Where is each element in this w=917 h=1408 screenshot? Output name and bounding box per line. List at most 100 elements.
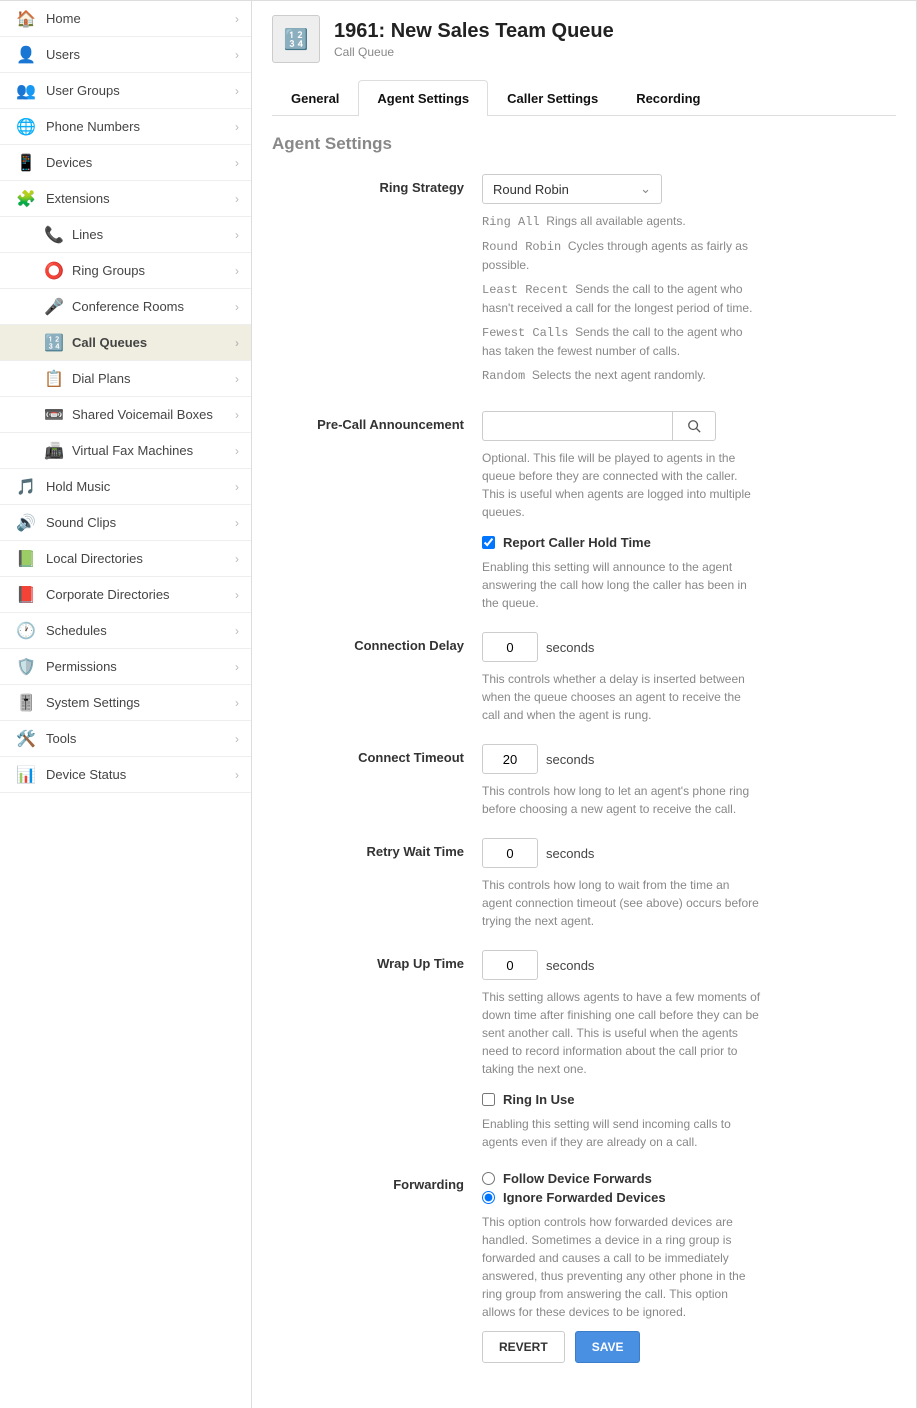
status-icon: 📊 — [16, 765, 36, 785]
sidebar-item-label: Corporate Directories — [46, 587, 235, 602]
connection-delay-input[interactable] — [482, 632, 538, 662]
chevron-right-icon: › — [235, 192, 239, 206]
sidebar-item-label: Dial Plans — [72, 371, 235, 386]
sidebar-item-label: Local Directories — [46, 551, 235, 566]
forwarding-follow-radio[interactable] — [482, 1172, 495, 1185]
chevron-right-icon: › — [235, 336, 239, 350]
help-wrap-up: This setting allows agents to have a few… — [482, 988, 762, 1078]
sidebar-item-label: Device Status — [46, 767, 235, 782]
globe-icon: 🌐 — [16, 117, 36, 137]
sidebar-item-local-directories[interactable]: 📗Local Directories› — [0, 541, 251, 577]
dialplan-icon: 📋 — [44, 369, 64, 389]
chevron-right-icon: › — [235, 156, 239, 170]
chevron-right-icon: › — [235, 768, 239, 782]
sidebar-item-lines[interactable]: 📞Lines› — [0, 217, 251, 253]
field-forwarding: Forwarding Follow Device Forwards Ignore… — [272, 1171, 896, 1363]
retry-wait-input[interactable] — [482, 838, 538, 868]
sidebar-item-call-queues[interactable]: 🔢Call Queues› — [0, 325, 251, 361]
page-subtitle: Call Queue — [334, 45, 614, 59]
sidebar-item-label: Conference Rooms — [72, 299, 235, 314]
sidebar-item-label: Sound Clips — [46, 515, 235, 530]
revert-button[interactable]: REVERT — [482, 1331, 565, 1363]
save-button[interactable]: SAVE — [575, 1331, 641, 1363]
chevron-right-icon: › — [235, 408, 239, 422]
chevron-right-icon: › — [235, 48, 239, 62]
user-icon: 👤 — [16, 45, 36, 65]
forwarding-ignore-radio[interactable] — [482, 1191, 495, 1204]
sidebar-item-virtual-fax[interactable]: 📠Virtual Fax Machines› — [0, 433, 251, 469]
unit-seconds: seconds — [546, 846, 594, 861]
tab-general[interactable]: General — [272, 80, 358, 116]
ring-strategy-select[interactable]: Round Robin ⌄ — [482, 174, 662, 204]
sidebar-item-label: Call Queues — [72, 335, 235, 350]
connect-timeout-input[interactable] — [482, 744, 538, 774]
report-hold-label: Report Caller Hold Time — [503, 535, 651, 550]
chevron-right-icon: › — [235, 480, 239, 494]
tabs: General Agent Settings Caller Settings R… — [272, 79, 896, 116]
chevron-right-icon: › — [235, 732, 239, 746]
sidebar-item-shared-voicemail[interactable]: 📼Shared Voicemail Boxes› — [0, 397, 251, 433]
conference-icon: 🎤 — [44, 297, 64, 317]
help-ring-in-use: Enabling this setting will send incoming… — [482, 1115, 762, 1151]
sidebar-item-label: Hold Music — [46, 479, 235, 494]
main-content: 🔢 1961: New Sales Team Queue Call Queue … — [252, 1, 916, 1408]
page-header: 🔢 1961: New Sales Team Queue Call Queue — [272, 15, 896, 63]
label-pre-call: Pre-Call Announcement — [272, 411, 482, 612]
chevron-right-icon: › — [235, 120, 239, 134]
sidebar-item-users[interactable]: 👤 Users› — [0, 37, 251, 73]
corporate-icon: 📕 — [16, 585, 36, 605]
chevron-right-icon: › — [235, 12, 239, 26]
sidebar-item-system-settings[interactable]: 🎚️System Settings› — [0, 685, 251, 721]
field-retry-wait: Retry Wait Time seconds This controls ho… — [272, 838, 896, 930]
label-wrap-up: Wrap Up Time — [272, 950, 482, 1151]
sidebar-item-devices[interactable]: 📱Devices› — [0, 145, 251, 181]
sidebar-item-label: Users — [46, 47, 235, 62]
sidebar-item-corporate-directories[interactable]: 📕 Corporate Directories› — [0, 577, 251, 613]
field-pre-call: Pre-Call Announcement Optional. This fil… — [272, 411, 896, 612]
chevron-right-icon: › — [235, 84, 239, 98]
sidebar-item-dial-plans[interactable]: 📋Dial Plans› — [0, 361, 251, 397]
chevron-right-icon: › — [235, 300, 239, 314]
unit-seconds: seconds — [546, 752, 594, 767]
wrap-up-input[interactable] — [482, 950, 538, 980]
sidebar-item-phone-numbers[interactable]: 🌐Phone Numbers› — [0, 109, 251, 145]
tab-caller-settings[interactable]: Caller Settings — [488, 80, 617, 116]
section-title: Agent Settings — [272, 134, 896, 154]
line-icon: 📞 — [44, 225, 64, 245]
sidebar-item-label: Tools — [46, 731, 235, 746]
chevron-right-icon: › — [235, 264, 239, 278]
ring-in-use-checkbox[interactable] — [482, 1093, 495, 1106]
tab-agent-settings[interactable]: Agent Settings — [358, 80, 488, 116]
pre-call-input[interactable] — [482, 411, 672, 441]
sidebar-item-device-status[interactable]: 📊 Device Status› — [0, 757, 251, 793]
sidebar-item-label: Permissions — [46, 659, 235, 674]
clock-icon: 🕐 — [16, 621, 36, 641]
sidebar-item-extensions[interactable]: 🧩Extensions› — [0, 181, 251, 217]
field-ring-strategy: Ring Strategy Round Robin ⌄ Ring All Rin… — [272, 174, 896, 391]
field-connect-timeout: Connect Timeout seconds This controls ho… — [272, 744, 896, 818]
sidebar-item-conference-rooms[interactable]: 🎤 Conference Rooms› — [0, 289, 251, 325]
group-icon: 👥 — [16, 81, 36, 101]
sidebar-item-permissions[interactable]: 🛡️Permissions› — [0, 649, 251, 685]
sound-icon: 🔊 — [16, 513, 36, 533]
sidebar-item-ring-groups[interactable]: ⭕Ring Groups› — [0, 253, 251, 289]
sidebar-item-user-groups[interactable]: 👥User Groups› — [0, 73, 251, 109]
sidebar-item-home[interactable]: 🏠Home› — [0, 1, 251, 37]
report-hold-checkbox[interactable] — [482, 536, 495, 549]
sidebar-item-hold-music[interactable]: 🎵Hold Music› — [0, 469, 251, 505]
sidebar-item-tools[interactable]: 🛠️Tools› — [0, 721, 251, 757]
forwarding-follow-label: Follow Device Forwards — [503, 1171, 652, 1186]
sidebar-item-label: Home — [46, 11, 235, 26]
chevron-right-icon: › — [235, 444, 239, 458]
label-connect-timeout: Connect Timeout — [272, 744, 482, 818]
sidebar-item-label: Lines — [72, 227, 235, 242]
forwarding-ignore-label: Ignore Forwarded Devices — [503, 1190, 666, 1205]
pre-call-search-button[interactable] — [672, 411, 716, 441]
directory-icon: 📗 — [16, 549, 36, 569]
device-icon: 📱 — [16, 153, 36, 173]
sidebar-item-sound-clips[interactable]: 🔊Sound Clips› — [0, 505, 251, 541]
sidebar-item-schedules[interactable]: 🕐Schedules› — [0, 613, 251, 649]
chevron-right-icon: › — [235, 588, 239, 602]
label-ring-strategy: Ring Strategy — [272, 174, 482, 391]
tab-recording[interactable]: Recording — [617, 80, 719, 116]
